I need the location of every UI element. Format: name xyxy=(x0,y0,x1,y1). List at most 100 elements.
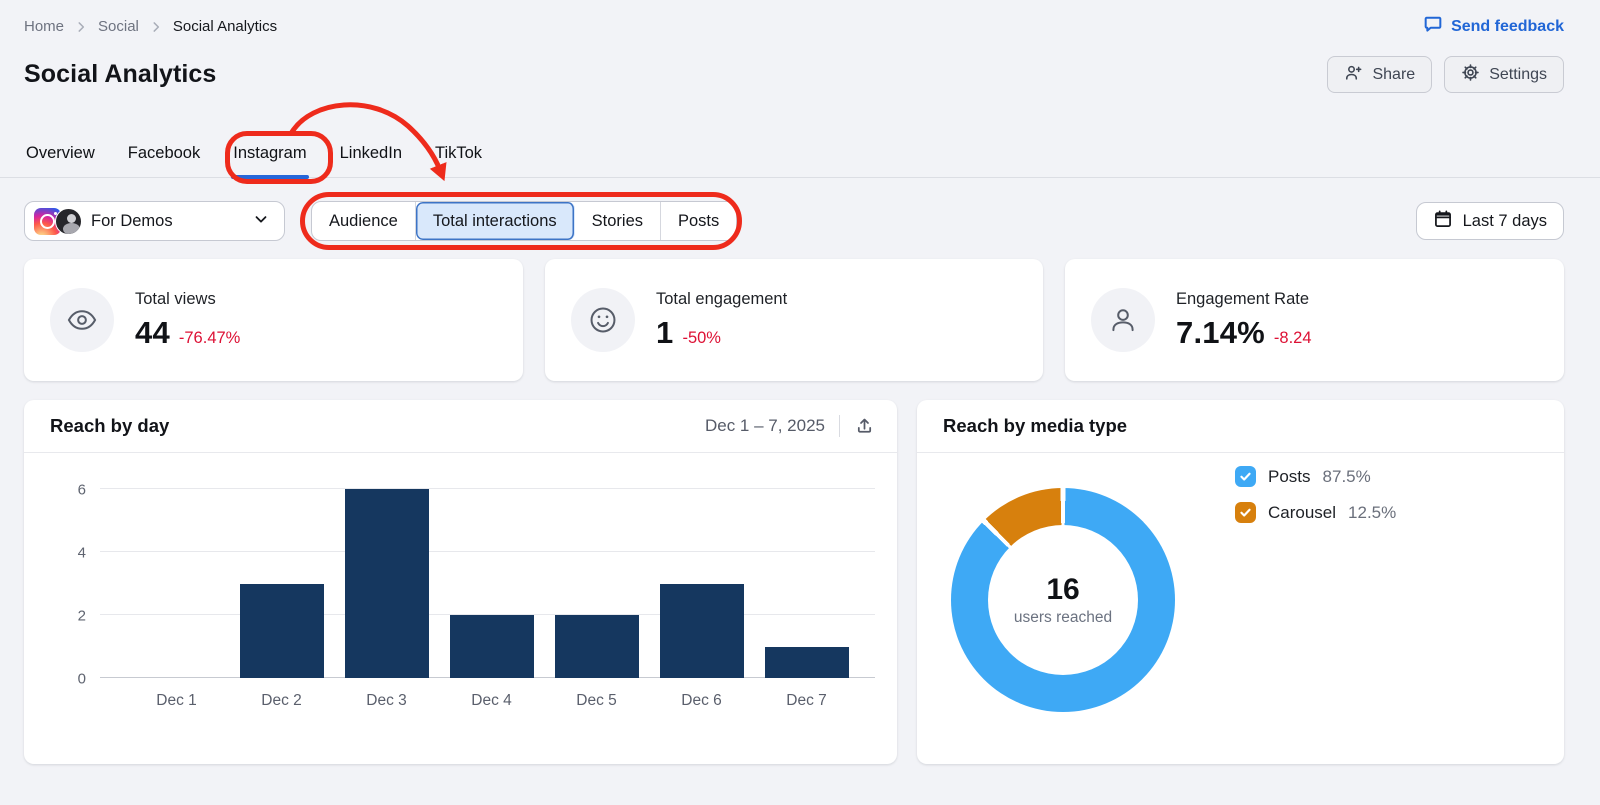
settings-label: Settings xyxy=(1489,65,1547,83)
bar-slot xyxy=(334,489,439,678)
subtab-stories[interactable]: Stories xyxy=(575,202,661,240)
bar-slot xyxy=(124,489,229,678)
divider xyxy=(839,415,840,437)
bar-slot xyxy=(229,489,334,678)
legend-label: Carousel xyxy=(1268,502,1337,522)
y-axis-tick: 6 xyxy=(77,481,86,498)
metric-value: 7.14% xyxy=(1176,314,1265,350)
bar[interactable] xyxy=(344,489,429,678)
x-axis-label: Dec 1 xyxy=(156,692,197,709)
chevron-right-icon xyxy=(149,20,163,34)
metric-delta: -50% xyxy=(682,328,721,347)
account-selector[interactable]: For Demos xyxy=(24,201,285,241)
metric-delta: -76.47% xyxy=(178,328,241,347)
breadcrumb-current: Social Analytics xyxy=(172,18,278,35)
title-bar: Social Analytics Share Settings xyxy=(24,56,1564,93)
platform-tabs: Overview Facebook Instagram LinkedIn Tik… xyxy=(0,134,1600,179)
page-title: Social Analytics xyxy=(24,60,217,88)
date-range-label: Last 7 days xyxy=(1462,211,1547,230)
breadcrumb-social[interactable]: Social xyxy=(98,18,139,35)
chart-date-range: Dec 1 – 7, 2025 xyxy=(704,416,825,435)
donut-chart[interactable]: 16 users reached xyxy=(951,488,1175,712)
metric-label: Total engagement xyxy=(656,289,788,308)
breadcrumb-home[interactable]: Home xyxy=(24,18,64,35)
subtab-posts[interactable]: Posts xyxy=(661,202,736,240)
export-icon[interactable] xyxy=(854,416,875,437)
share-label: Share xyxy=(1372,65,1416,83)
bar-series xyxy=(124,489,859,678)
tab-overview[interactable]: Overview xyxy=(24,144,97,177)
tab-linkedin[interactable]: LinkedIn xyxy=(338,144,404,177)
bar-slot xyxy=(754,489,859,678)
reach-by-day-card: Reach by day Dec 1 – 7, 2025 0246 Dec 1D… xyxy=(24,400,897,764)
person-icon xyxy=(1091,288,1155,352)
legend-item-posts: Posts 87.5% xyxy=(1235,466,1396,487)
chevron-down-icon xyxy=(252,210,270,233)
date-range-button[interactable]: Last 7 days xyxy=(1415,202,1564,240)
x-axis-label: Dec 6 xyxy=(681,692,722,709)
tab-tiktok[interactable]: TikTok xyxy=(433,144,484,177)
donut-center: 16 users reached xyxy=(988,525,1138,675)
eye-icon xyxy=(50,288,114,352)
bar-slot xyxy=(439,489,544,678)
bar-chart-plot[interactable]: 0 2 4 6 xyxy=(78,481,875,687)
account-name: For Demos xyxy=(91,211,173,230)
x-axis-label: Dec 7 xyxy=(786,692,827,709)
bar[interactable] xyxy=(239,583,324,678)
tab-facebook[interactable]: Facebook xyxy=(126,144,202,177)
feedback-bubble-icon xyxy=(1423,14,1443,39)
gear-icon xyxy=(1461,63,1480,87)
person-plus-icon xyxy=(1344,63,1363,87)
legend-item-carousel: Carousel 12.5% xyxy=(1235,502,1396,523)
bar[interactable] xyxy=(449,615,534,678)
tab-instagram[interactable]: Instagram xyxy=(231,144,309,179)
x-axis-label: Dec 2 xyxy=(261,692,302,709)
y-axis-tick: 4 xyxy=(77,544,86,561)
metric-delta: -8.24 xyxy=(1273,328,1312,347)
y-axis-tick: 0 xyxy=(77,670,86,687)
subtab-audience[interactable]: Audience xyxy=(312,202,416,240)
metric-card-total-engagement: Total engagement 1 -50% xyxy=(545,259,1043,381)
metric-card-engagement-rate: Engagement Rate 7.14% -8.24 xyxy=(1065,259,1564,381)
metric-value: 44 xyxy=(135,314,170,350)
metric-label: Total views xyxy=(135,289,216,308)
legend-value: 87.5% xyxy=(1322,466,1371,486)
subtab-total-interactions[interactable]: Total interactions xyxy=(415,202,575,240)
header-actions: Share Settings xyxy=(1327,56,1564,93)
bar-slot xyxy=(649,489,754,678)
breadcrumb: Home Social Social Analytics xyxy=(24,18,277,35)
send-feedback-label: Send feedback xyxy=(1451,17,1564,35)
metric-card-total-views: Total views 44 -76.47% xyxy=(24,259,523,381)
active-tab-underline xyxy=(231,175,309,179)
donut-center-label: users reached xyxy=(1013,609,1113,626)
donut-legend: Posts 87.5% Carousel 12.5% xyxy=(1235,466,1396,523)
bar-chart-x-labels: Dec 1 Dec 2 Dec 3 Dec 4 Dec 5 Dec 6 Dec 7 xyxy=(124,692,859,710)
donut-center-value: 16 xyxy=(1046,573,1080,606)
account-avatar xyxy=(55,207,82,235)
bar[interactable] xyxy=(764,646,849,678)
smiley-icon xyxy=(571,288,635,352)
bar-slot xyxy=(544,489,649,678)
chevron-right-icon xyxy=(74,20,88,34)
legend-checkbox-carousel[interactable] xyxy=(1235,502,1256,523)
x-axis-label: Dec 4 xyxy=(471,692,512,709)
metric-value: 1 xyxy=(656,314,674,350)
calendar-icon xyxy=(1433,209,1453,234)
legend-label: Posts xyxy=(1268,466,1311,486)
y-axis-tick: 2 xyxy=(77,607,86,624)
send-feedback-link[interactable]: Send feedback xyxy=(1423,14,1564,39)
reach-by-media-card: Reach by media type 16 users reached Pos… xyxy=(917,400,1564,764)
legend-value: 12.5% xyxy=(1348,502,1397,522)
chart-title: Reach by day xyxy=(50,415,170,436)
top-bar: Home Social Social Analytics Send feedba… xyxy=(24,14,1564,39)
bar[interactable] xyxy=(554,615,639,678)
bar[interactable] xyxy=(659,583,744,678)
controls-row: For Demos Audience Total interactions St… xyxy=(24,201,1564,241)
x-axis-label: Dec 5 xyxy=(576,692,617,709)
report-subtabs: Audience Total interactions Stories Post… xyxy=(311,201,738,241)
legend-checkbox-posts[interactable] xyxy=(1235,466,1256,487)
settings-button[interactable]: Settings xyxy=(1444,56,1564,93)
x-axis-label: Dec 3 xyxy=(366,692,407,709)
share-button[interactable]: Share xyxy=(1327,56,1433,93)
chart-title: Reach by media type xyxy=(943,415,1128,436)
